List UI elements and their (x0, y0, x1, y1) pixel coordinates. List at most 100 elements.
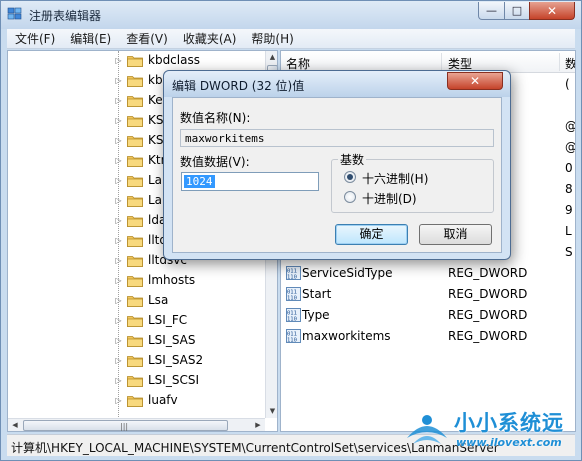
folder-icon (127, 214, 143, 227)
tree-item[interactable]: ▷ LSI_SAS (8, 331, 266, 351)
watermark-url: www.ilovext.com (456, 436, 562, 449)
list-row[interactable]: 011 110 maxworkitems REG_DWORD (281, 326, 575, 347)
menu-bar: 文件(F) 编辑(E) 查看(V) 收藏夹(A) 帮助(H) (7, 29, 575, 49)
dialog-close-button[interactable]: ✕ (447, 72, 503, 90)
expand-icon[interactable]: ▷ (114, 256, 123, 265)
menu-view[interactable]: 查看(V) (118, 30, 175, 47)
window-title: 注册表编辑器 (29, 9, 102, 23)
menu-edit[interactable]: 编辑(E) (62, 30, 118, 47)
tree-item[interactable]: ▷ LSI_SAS2 (8, 351, 266, 371)
tree-item-label: luafv (148, 393, 178, 407)
title-bar[interactable]: 注册表编辑器 — □ ✕ (1, 1, 581, 29)
menu-favorites[interactable]: 收藏夹(A) (175, 30, 244, 47)
value-name: ServiceSidType (302, 266, 393, 280)
expand-icon[interactable]: ▷ (114, 56, 123, 65)
value-data: 8 (565, 182, 573, 196)
expand-icon[interactable]: ▷ (114, 116, 123, 125)
watermark-logo-icon (407, 415, 447, 444)
tree-item[interactable]: ▷ luafv (8, 391, 266, 411)
tree-item-label: LSI_FC (148, 313, 188, 327)
menu-help[interactable]: 帮助(H) (243, 30, 300, 47)
list-row[interactable]: 011 110 ServiceSidType REG_DWORD (281, 263, 575, 284)
value-data-label: 数值数据(V): (180, 155, 250, 169)
radio-decimal-label[interactable]: 十进制(D) (362, 190, 417, 207)
svg-text:110: 110 (287, 337, 297, 343)
value-type: REG_DWORD (448, 329, 528, 343)
close-button[interactable]: ✕ (529, 2, 575, 20)
expand-icon[interactable]: ▷ (114, 236, 123, 245)
expand-icon[interactable]: ▷ (114, 276, 123, 285)
radio-hexadecimal-label[interactable]: 十六进制(H) (362, 170, 428, 187)
column-header-data[interactable]: 数 (565, 55, 575, 72)
scroll-left-icon[interactable]: ◀ (8, 419, 22, 431)
folder-icon (127, 54, 143, 67)
dialog-title-bar[interactable]: 编辑 DWORD (32 位)值 ✕ (164, 71, 510, 97)
tree-item[interactable]: ▷ kbdclass (8, 51, 266, 71)
expand-icon[interactable]: ▷ (114, 296, 123, 305)
expand-icon[interactable]: ▷ (114, 196, 123, 205)
expand-icon[interactable]: ▷ (114, 396, 123, 405)
value-name: Start (302, 287, 332, 301)
close-icon: ✕ (546, 3, 558, 18)
tree-item-label: Lsa (148, 293, 169, 307)
expand-icon[interactable]: ▷ (114, 316, 123, 325)
folder-icon (127, 134, 143, 147)
folder-icon (127, 314, 143, 327)
cancel-button[interactable]: 取消 (419, 224, 492, 245)
tree-item[interactable]: ▷ lmhosts (8, 271, 266, 291)
value-data: @ (565, 140, 576, 154)
value-type: REG_DWORD (448, 287, 528, 301)
column-divider[interactable] (441, 53, 442, 71)
menu-file[interactable]: 文件(F) (7, 30, 62, 47)
expand-icon[interactable]: ▷ (114, 76, 123, 85)
folder-icon (127, 334, 143, 347)
expand-icon[interactable]: ▷ (114, 356, 123, 365)
tree-horizontal-scrollbar[interactable]: ◀ ||| ▶ (8, 418, 265, 431)
scroll-right-icon[interactable]: ▶ (251, 419, 265, 431)
radio-hexadecimal[interactable] (344, 171, 356, 183)
expand-icon[interactable]: ▷ (114, 376, 123, 385)
value-name-label: 数值名称(N): (180, 111, 251, 125)
radio-decimal[interactable] (344, 191, 356, 203)
scroll-up-icon[interactable]: ▲ (266, 51, 277, 64)
tree-hscroll-thumb[interactable]: ||| (23, 420, 228, 431)
list-row[interactable]: 011 110 Start REG_DWORD (281, 284, 575, 305)
close-icon: ✕ (469, 74, 481, 88)
svg-text:110: 110 (287, 274, 297, 280)
value-data: L (565, 224, 572, 238)
expand-icon[interactable]: ▷ (114, 136, 123, 145)
value-name: maxworkitems (302, 329, 391, 343)
tree-item[interactable]: ▷ LSI_FC (8, 311, 266, 331)
svg-text:110: 110 (287, 316, 297, 322)
expand-icon[interactable]: ▷ (114, 156, 123, 165)
maximize-button[interactable]: □ (504, 2, 530, 20)
expand-icon[interactable]: ▷ (114, 216, 123, 225)
watermark-brand-text: 小小系统远 (454, 411, 564, 435)
column-divider[interactable] (559, 53, 560, 71)
dword-icon: 011110 (286, 266, 301, 280)
maximize-icon: □ (511, 4, 523, 17)
expand-icon[interactable]: ▷ (114, 96, 123, 105)
expand-icon[interactable]: ▷ (114, 336, 123, 345)
value-data: @ (565, 119, 576, 133)
tree-item-label: LSI_SAS2 (148, 353, 204, 367)
tree-item-label: kbdclass (148, 53, 200, 67)
scroll-down-icon[interactable]: ▼ (266, 405, 277, 418)
edit-dword-dialog: 编辑 DWORD (32 位)值 ✕ 数值名称(N): maxworkitems… (163, 70, 511, 260)
ok-button[interactable]: 确定 (335, 224, 408, 245)
tree-item-label: lmhosts (148, 273, 196, 287)
folder-icon (127, 94, 143, 107)
value-data-input[interactable]: 1024 (181, 172, 319, 191)
tree-item[interactable]: ▷ LSI_SCSI (8, 371, 266, 391)
dword-icon: 011110 (286, 308, 301, 322)
minimize-button[interactable]: — (478, 2, 505, 20)
tree-item-label: LSI_SCSI (148, 373, 199, 387)
tree-item[interactable]: ▷ Lsa (8, 291, 266, 311)
value-data: S (565, 245, 573, 259)
folder-icon (127, 254, 143, 267)
dword-icon: 011110 (286, 287, 301, 301)
folder-icon (127, 194, 143, 207)
expand-icon[interactable]: ▷ (114, 176, 123, 185)
folder-icon (127, 274, 143, 287)
list-row[interactable]: 011 110 Type REG_DWORD (281, 305, 575, 326)
